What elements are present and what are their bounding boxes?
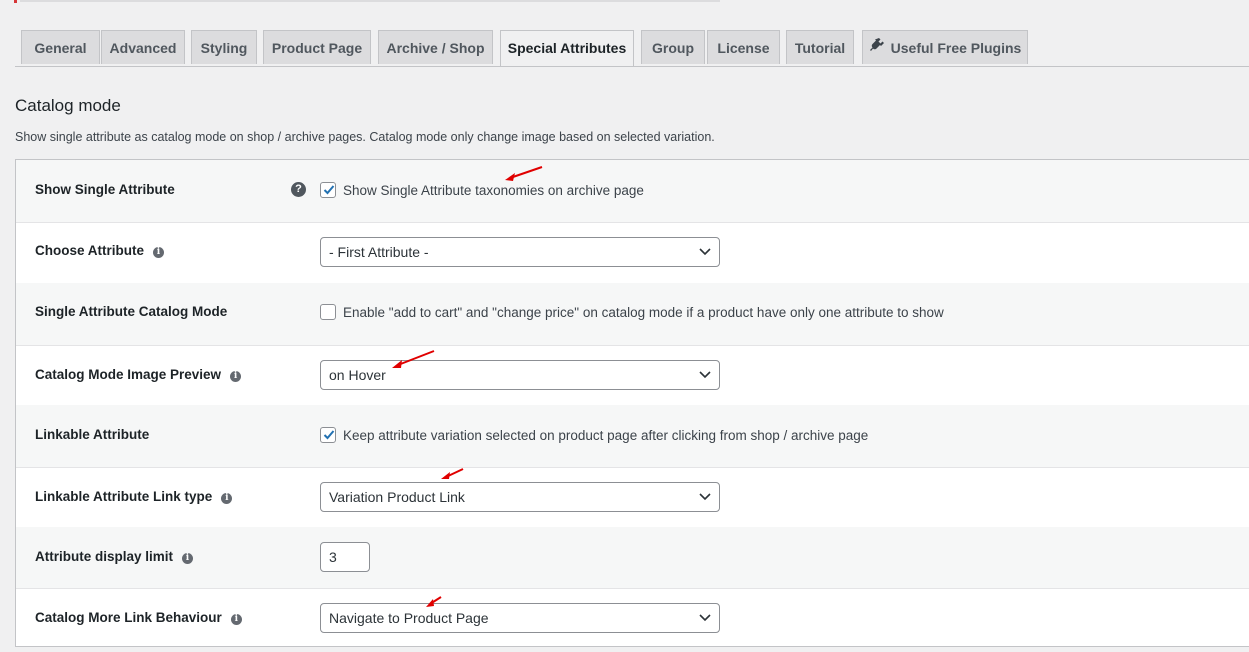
setting-label: Choose Attribute i (35, 243, 164, 258)
section-title: Catalog mode (15, 96, 121, 115)
tab-special-attributes[interactable]: Special Attributes (500, 30, 634, 66)
settings-table: Show Single Attribute ? Show Single Attr… (15, 159, 1249, 647)
setting-label: Catalog More Link Behaviour i (35, 610, 242, 625)
annotation-arrow-icon (392, 350, 435, 368)
tab-useful-free-plugins[interactable]: Useful Free Plugins (862, 30, 1028, 64)
info-icon[interactable]: i (230, 614, 242, 625)
info-icon[interactable]: i (153, 247, 164, 258)
settings-tabs: General Advanced Styling Product Page Ar… (15, 30, 1249, 67)
chevron-down-icon (699, 371, 711, 379)
checkmark-icon (323, 430, 335, 440)
catalog-mode-checkbox[interactable] (320, 304, 336, 320)
setting-row-show-single-attribute: Show Single Attribute ? Show Single Attr… (16, 160, 1249, 223)
plug-icon (869, 31, 885, 65)
setting-row-catalog-mode-image-preview: Catalog Mode Image Preview i on Hover (16, 345, 1249, 406)
setting-label: Linkable Attribute (35, 427, 150, 442)
checkbox-label: Show Single Attribute taxonomies on arch… (343, 183, 644, 198)
top-border (20, 0, 720, 2)
setting-label: Linkable Attribute Link type i (35, 489, 233, 504)
info-icon[interactable]: i (221, 493, 233, 504)
display-limit-input[interactable]: 3 (320, 542, 370, 572)
tab-group[interactable]: Group (641, 30, 705, 64)
checkmark-icon (323, 185, 335, 195)
tab-product-page[interactable]: Product Page (263, 30, 371, 64)
tab-archive-shop[interactable]: Archive / Shop (378, 30, 493, 64)
chevron-down-icon (699, 614, 711, 622)
tab-tutorial[interactable]: Tutorial (786, 30, 854, 64)
setting-row-single-attribute-catalog-mode: Single Attribute Catalog Mode Enable "ad… (16, 283, 1249, 346)
annotation-arrow-icon (441, 468, 464, 479)
choose-attribute-select[interactable]: - First Attribute - (320, 237, 720, 267)
tab-general[interactable]: General (21, 30, 100, 64)
link-type-select[interactable]: Variation Product Link (320, 482, 720, 512)
more-link-behaviour-select[interactable]: Navigate to Product Page (320, 603, 720, 633)
select-value: - First Attribute - (329, 244, 429, 260)
setting-label: Show Single Attribute (35, 182, 175, 197)
select-value: Navigate to Product Page (329, 610, 489, 626)
annotation-arrow-icon (505, 166, 543, 181)
image-preview-select[interactable]: on Hover (320, 360, 720, 390)
setting-row-attribute-display-limit: Attribute display limit i 3 (16, 527, 1249, 589)
tab-useful-free-plugins-label: Useful Free Plugins (890, 40, 1022, 56)
checkbox-label: Keep attribute variation selected on pro… (343, 428, 869, 443)
setting-row-linkable-attribute-link-type: Linkable Attribute Link type i Variation … (16, 467, 1249, 528)
setting-label-text: Attribute display limit (35, 549, 174, 564)
section-description: Show single attribute as catalog mode on… (15, 130, 715, 144)
tab-styling[interactable]: Styling (191, 30, 257, 64)
setting-label-text: Catalog Mode Image Preview (35, 367, 222, 382)
show-single-attribute-checkbox[interactable] (320, 182, 336, 198)
annotation-arrow-icon (426, 596, 442, 607)
chevron-down-icon (699, 248, 711, 256)
setting-label-text: Choose Attribute (35, 243, 144, 258)
setting-label-text: Linkable Attribute Link type (35, 489, 213, 504)
info-icon[interactable]: i (182, 553, 194, 564)
setting-row-linkable-attribute: Linkable Attribute Keep attribute variat… (16, 405, 1249, 468)
help-icon[interactable]: ? (291, 182, 306, 197)
setting-label: Catalog Mode Image Preview i (35, 367, 242, 382)
top-accent (14, 0, 17, 3)
select-value: on Hover (329, 367, 386, 383)
info-icon[interactable]: i (230, 371, 242, 382)
tab-license[interactable]: License (707, 30, 780, 64)
tab-advanced[interactable]: Advanced (101, 30, 185, 64)
setting-row-catalog-more-link-behaviour: Catalog More Link Behaviour i Navigate to… (16, 588, 1249, 646)
select-value: Variation Product Link (329, 489, 465, 505)
linkable-attribute-checkbox[interactable] (320, 427, 336, 443)
setting-row-choose-attribute: Choose Attribute i - First Attribute - (16, 222, 1249, 284)
setting-label-text: Catalog More Link Behaviour (35, 610, 222, 625)
setting-label: Single Attribute Catalog Mode (35, 304, 228, 319)
setting-label: Attribute display limit i (35, 549, 194, 564)
checkbox-label: Enable "add to cart" and "change price" … (343, 305, 944, 320)
chevron-down-icon (699, 493, 711, 501)
